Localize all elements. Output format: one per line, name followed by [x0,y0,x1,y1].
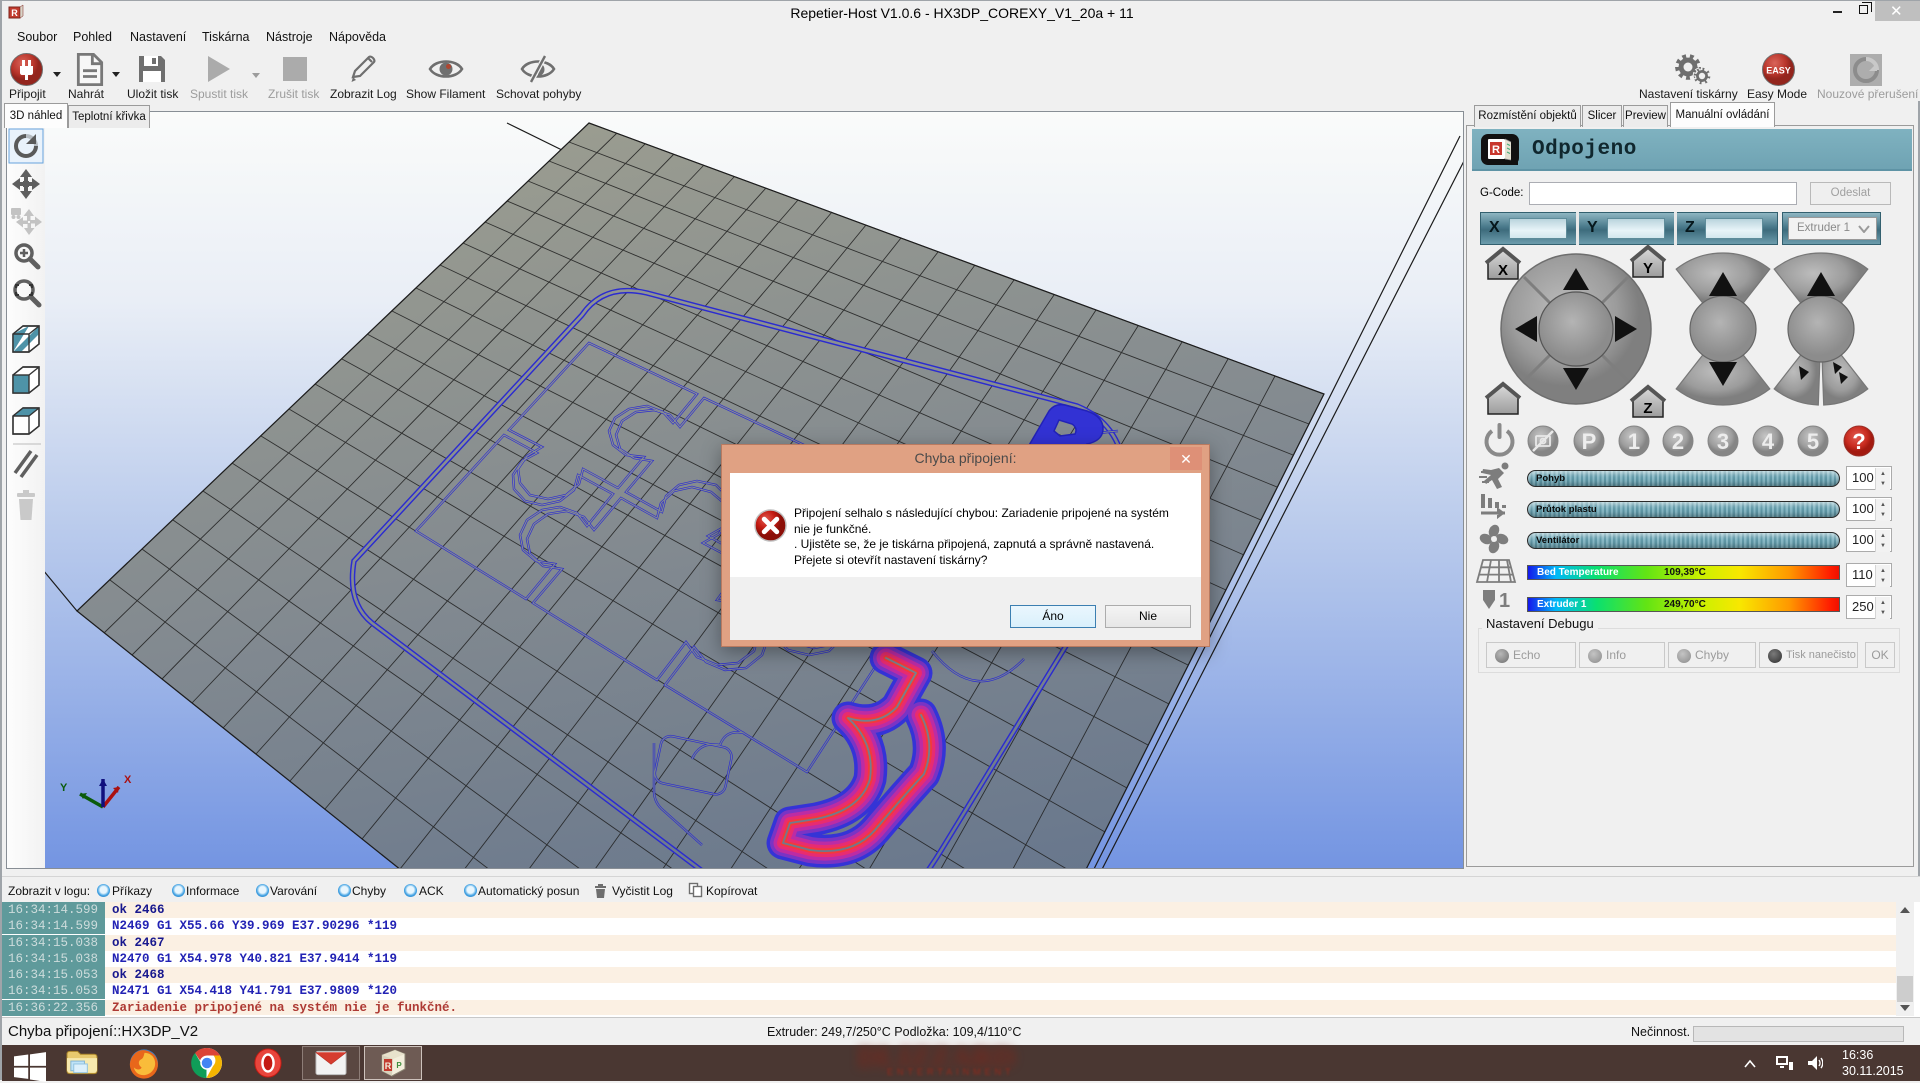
svg-text:EASY: EASY [1766,66,1791,76]
svg-text:R: R [385,1061,392,1071]
svg-text:P: P [1582,429,1597,454]
svg-text:X: X [1498,262,1508,279]
svg-text:3: 3 [1717,429,1729,454]
svg-text:Y: Y [1643,260,1653,277]
svg-text:?: ? [1852,429,1865,454]
svg-text:5: 5 [1807,429,1819,454]
svg-text:1: 1 [1499,590,1510,612]
svg-text:Y: Y [60,782,68,794]
svg-text:P: P [396,1061,402,1070]
svg-text:1: 1 [1628,429,1640,454]
svg-text:X: X [124,774,132,786]
svg-text:Z: Z [1643,400,1652,417]
svg-text:4: 4 [1762,429,1775,454]
svg-text:2: 2 [1672,429,1684,454]
